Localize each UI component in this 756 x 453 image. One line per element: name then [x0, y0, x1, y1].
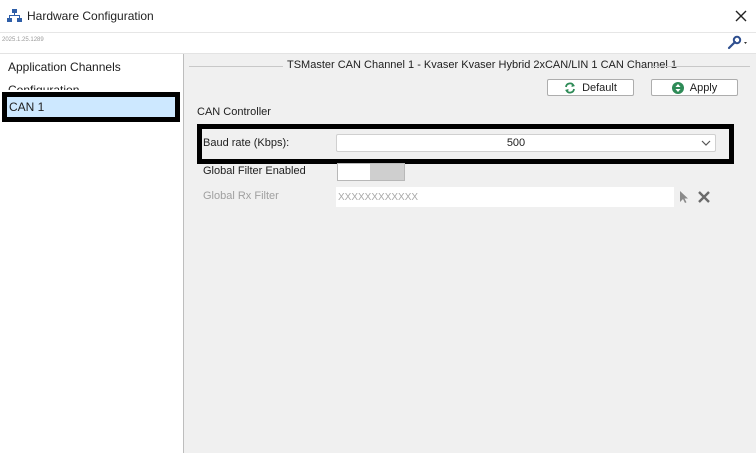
chevron-down-icon [701, 140, 711, 146]
cursor-icon[interactable] [676, 188, 692, 206]
sidebar-item-label: CAN 1 [9, 100, 45, 114]
group-divider-right [652, 66, 750, 67]
baud-rate-value: 500 [506, 137, 526, 149]
wrench-icon[interactable] [726, 35, 750, 51]
hierarchy-icon [7, 9, 22, 22]
refresh-icon [565, 82, 576, 93]
window-title: Hardware Configuration [27, 9, 154, 23]
sidebar-item-configuration[interactable]: Configuration [8, 83, 79, 90]
title-bar: Hardware Configuration [0, 0, 756, 33]
sidebar-item-can-1[interactable]: CAN 1 [2, 92, 180, 122]
apply-button[interactable]: Apply [651, 79, 738, 96]
sidebar-item-application-channels[interactable]: Application Channels [8, 60, 121, 74]
baud-rate-select[interactable]: 500 [336, 134, 716, 152]
close-icon [735, 10, 747, 21]
sidebar: Application Channels Configuration CAN 1 [0, 54, 184, 453]
main-panel: TSMaster CAN Channel 1 - Kvaser Kvaser H… [184, 54, 756, 453]
global-filter-label: Global Filter Enabled [203, 165, 306, 177]
x-icon[interactable] [696, 188, 712, 206]
group-divider-left [189, 66, 283, 67]
baud-rate-label: Baud rate (Kbps): [203, 137, 290, 149]
toggle-knob [338, 164, 370, 180]
default-button[interactable]: Default [547, 79, 634, 96]
global-filter-toggle[interactable] [337, 163, 405, 181]
rx-filter-label: Global Rx Filter [203, 190, 279, 202]
arrows-updown-icon [671, 81, 684, 94]
version-label: 2025.1.25.1289 [2, 37, 44, 43]
toolbar: 2025.1.25.1289 [0, 33, 756, 54]
rx-filter-input[interactable] [336, 187, 674, 207]
default-button-label: Default [582, 81, 617, 94]
close-button[interactable] [726, 0, 756, 31]
group-title: TSMaster CAN Channel 1 - Kvaser Kvaser H… [287, 59, 678, 71]
apply-button-label: Apply [689, 81, 718, 94]
section-label: CAN Controller [197, 106, 271, 118]
